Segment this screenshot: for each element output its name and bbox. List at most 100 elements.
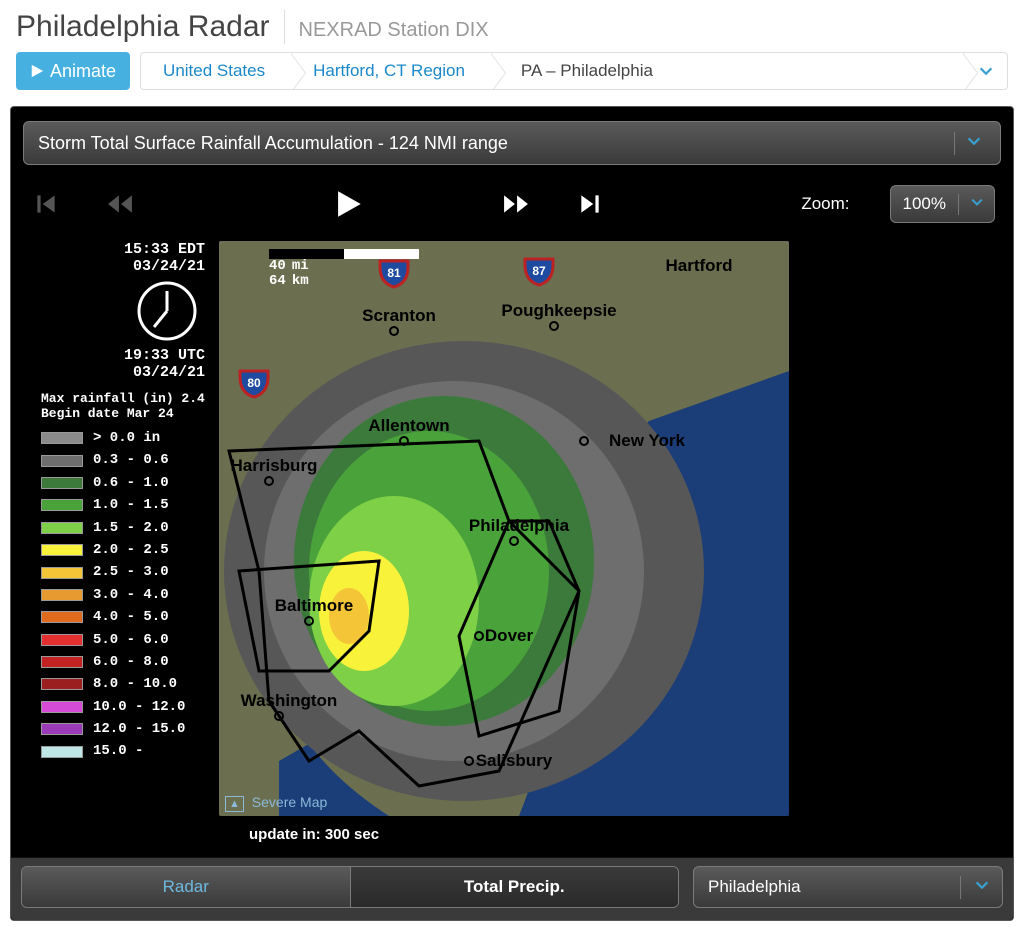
skip-start-icon bbox=[33, 191, 59, 217]
timestamp-local: 15:33 EDT bbox=[41, 241, 205, 258]
svg-text:Allentown: Allentown bbox=[368, 416, 449, 435]
fast-forward-button[interactable] bbox=[499, 187, 533, 221]
legend-row: 0.6 - 1.0 bbox=[41, 472, 211, 494]
legend-swatch bbox=[41, 634, 83, 646]
timestamp-utc-date: 03/24/21 bbox=[41, 364, 205, 381]
max-rainfall: Max rainfall (in) 2.4 Begin date Mar 24 bbox=[41, 391, 211, 421]
legend-label: 0.3 - 0.6 bbox=[93, 449, 169, 471]
svg-text:87: 87 bbox=[532, 264, 546, 278]
chevron-down-icon bbox=[969, 194, 985, 210]
legend-row: 1.5 - 2.0 bbox=[41, 517, 211, 539]
legend-row: 4.0 - 5.0 bbox=[41, 606, 211, 628]
legend-row: 3.0 - 4.0 bbox=[41, 584, 211, 606]
legend-swatch bbox=[41, 567, 83, 579]
legend-row: 10.0 - 12.0 bbox=[41, 696, 211, 718]
svg-text:Harrisburg: Harrisburg bbox=[231, 456, 318, 475]
skip-end-icon bbox=[577, 191, 603, 217]
station-select[interactable]: Philadelphia bbox=[693, 866, 1003, 908]
breadcrumb-region[interactable]: Hartford, CT Region bbox=[291, 53, 491, 89]
legend-row: 15.0 - bbox=[41, 740, 211, 762]
skip-start-button[interactable] bbox=[29, 187, 63, 221]
animate-button[interactable]: Animate bbox=[16, 52, 130, 90]
map-attribution[interactable]: ▲ Severe Map bbox=[225, 794, 327, 810]
timestamp-utc: 19:33 UTC bbox=[41, 347, 205, 364]
zoom-value: 100% bbox=[891, 194, 958, 214]
chevron-down-icon bbox=[973, 876, 991, 894]
legend-row: 2.5 - 3.0 bbox=[41, 561, 211, 583]
legend-label: 15.0 - bbox=[93, 740, 143, 762]
product-label: Storm Total Surface Rainfall Accumulatio… bbox=[38, 133, 954, 154]
zoom-select[interactable]: 100% bbox=[890, 185, 995, 223]
legend-row: 1.0 - 1.5 bbox=[41, 494, 211, 516]
legend-label: 10.0 - 12.0 bbox=[93, 696, 185, 718]
legend-row: 0.3 - 0.6 bbox=[41, 449, 211, 471]
breadcrumb-city[interactable]: PA – Philadelphia bbox=[491, 53, 963, 89]
radar-map[interactable]: 81 80 87 Scranton Allentown Harrisburg P… bbox=[219, 241, 789, 816]
svg-text:Scranton: Scranton bbox=[362, 306, 436, 325]
toolbar: Animate United States Hartford, CT Regio… bbox=[0, 44, 1024, 106]
legend-label: 1.0 - 1.5 bbox=[93, 494, 169, 516]
legend-row: 12.0 - 15.0 bbox=[41, 718, 211, 740]
timestamp-block: 15:33 EDT 03/24/21 19:33 UTC 03/24/21 bbox=[41, 241, 211, 381]
legend-label: 2.0 - 2.5 bbox=[93, 539, 169, 561]
legend-swatch bbox=[41, 611, 83, 623]
bottom-bar: Radar Total Precip. Philadelphia bbox=[11, 857, 1013, 920]
svg-text:New York: New York bbox=[609, 431, 685, 450]
skip-end-button[interactable] bbox=[573, 187, 607, 221]
animate-button-label: Animate bbox=[50, 61, 116, 82]
play-button[interactable] bbox=[327, 183, 369, 225]
legend-label: 4.0 - 5.0 bbox=[93, 606, 169, 628]
legend-swatch bbox=[41, 544, 83, 556]
legend-swatch bbox=[41, 477, 83, 489]
rewind-icon bbox=[107, 191, 133, 217]
legend-row: 5.0 - 6.0 bbox=[41, 629, 211, 651]
legend-row: 2.0 - 2.5 bbox=[41, 539, 211, 561]
breadcrumb: United States Hartford, CT Region PA – P… bbox=[140, 52, 1008, 90]
page-subtitle: NEXRAD Station DIX bbox=[299, 19, 489, 42]
legend-label: 12.0 - 15.0 bbox=[93, 718, 185, 740]
map-scale: 40 64 mi km bbox=[269, 249, 419, 290]
legend-label: > 0.0 in bbox=[93, 427, 160, 449]
svg-text:80: 80 bbox=[247, 376, 261, 390]
legend-row: 6.0 - 8.0 bbox=[41, 651, 211, 673]
legend-label: 1.5 - 2.0 bbox=[93, 517, 169, 539]
station-select-label: Philadelphia bbox=[708, 877, 960, 897]
legend-swatch bbox=[41, 589, 83, 601]
svg-text:Hartford: Hartford bbox=[665, 256, 732, 275]
radar-panel: Storm Total Surface Rainfall Accumulatio… bbox=[10, 106, 1014, 921]
zoom-label: Zoom: bbox=[801, 194, 849, 214]
legend-swatch bbox=[41, 455, 83, 467]
view-tabs: Radar Total Precip. bbox=[21, 866, 679, 908]
page-header: Philadelphia Radar NEXRAD Station DIX bbox=[0, 0, 1024, 44]
legend-label: 3.0 - 4.0 bbox=[93, 584, 169, 606]
legend-swatch bbox=[41, 678, 83, 690]
legend-label: 2.5 - 3.0 bbox=[93, 561, 169, 583]
breadcrumb-country[interactable]: United States bbox=[141, 53, 291, 89]
svg-text:Poughkeepsie: Poughkeepsie bbox=[501, 301, 616, 320]
svg-text:Washington: Washington bbox=[241, 691, 338, 710]
legend: > 0.0 in0.3 - 0.60.6 - 1.01.0 - 1.51.5 -… bbox=[41, 427, 211, 763]
side-panel: 15:33 EDT 03/24/21 19:33 UTC 03/24/21 Ma… bbox=[31, 241, 211, 816]
legend-swatch bbox=[41, 522, 83, 534]
legend-row: 8.0 - 10.0 bbox=[41, 673, 211, 695]
product-select[interactable]: Storm Total Surface Rainfall Accumulatio… bbox=[23, 121, 1001, 165]
timestamp-local-date: 03/24/21 bbox=[41, 258, 205, 275]
page-title: Philadelphia Radar bbox=[16, 10, 285, 44]
clock-icon bbox=[135, 279, 199, 343]
legend-swatch bbox=[41, 723, 83, 735]
tab-radar[interactable]: Radar bbox=[22, 867, 350, 907]
tab-total-precip[interactable]: Total Precip. bbox=[350, 867, 679, 907]
svg-text:Philadelphia: Philadelphia bbox=[469, 516, 570, 535]
update-countdown: update in: 300 sec bbox=[23, 816, 1001, 857]
legend-label: 8.0 - 10.0 bbox=[93, 673, 177, 695]
image-placeholder-icon: ▲ bbox=[225, 796, 244, 812]
play-icon bbox=[331, 187, 365, 221]
svg-text:Baltimore: Baltimore bbox=[275, 596, 353, 615]
legend-swatch bbox=[41, 746, 83, 758]
chevron-down-icon bbox=[965, 132, 983, 150]
playback-controls: Zoom: 100% bbox=[23, 165, 1001, 235]
rewind-button[interactable] bbox=[103, 187, 137, 221]
chevron-down-icon bbox=[977, 62, 995, 80]
legend-label: 6.0 - 8.0 bbox=[93, 651, 169, 673]
svg-text:Dover: Dover bbox=[485, 626, 534, 645]
